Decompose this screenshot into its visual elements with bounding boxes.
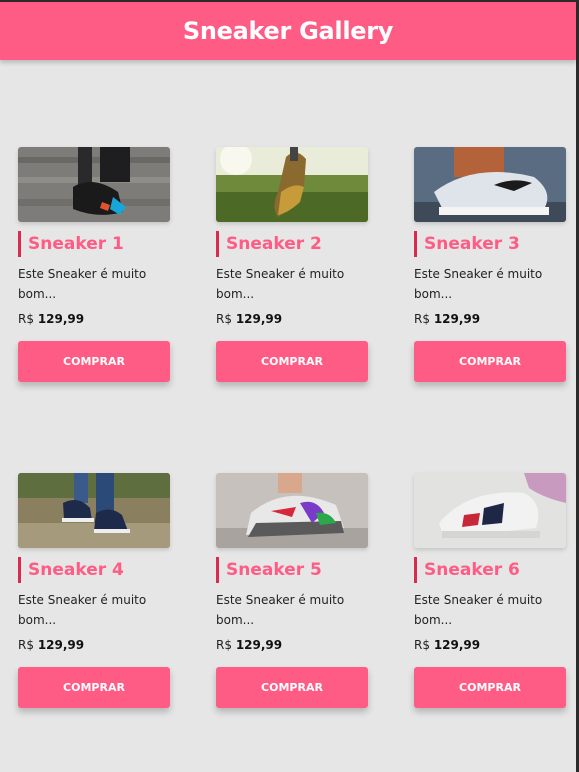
price-value: 129,99: [37, 312, 85, 326]
product-price: R$ 129,99: [18, 638, 170, 654]
product-price: R$ 129,99: [216, 638, 368, 654]
product-description: Este Sneaker é muito bom...: [216, 267, 345, 301]
buy-button[interactable]: COMPRAR: [216, 341, 368, 382]
product-card: Sneaker 1 Este Sneaker é muito bom... R$…: [18, 147, 170, 382]
product-card: Sneaker 2 Este Sneaker é muito bom... R$…: [216, 147, 368, 382]
product-price: R$ 129,99: [18, 312, 170, 328]
price-value: 129,99: [37, 638, 85, 652]
product-image: [414, 473, 566, 548]
currency-label: R$: [18, 312, 34, 326]
product-grid: Sneaker 1 Este Sneaker é muito bom... R$…: [18, 147, 566, 708]
buy-button[interactable]: COMPRAR: [414, 667, 566, 708]
buy-button[interactable]: COMPRAR: [18, 667, 170, 708]
product-card: Sneaker 5 Este Sneaker é muito bom... R$…: [216, 473, 368, 708]
buy-button[interactable]: COMPRAR: [216, 667, 368, 708]
currency-label: R$: [414, 312, 430, 326]
product-title: Sneaker 4: [18, 557, 170, 583]
currency-label: R$: [18, 638, 34, 652]
product-image: [18, 473, 170, 548]
product-title: Sneaker 6: [414, 557, 566, 583]
price-value: 129,99: [433, 312, 481, 326]
product-description: Este Sneaker é muito bom...: [18, 267, 147, 301]
product-title: Sneaker 2: [216, 231, 368, 257]
currency-label: R$: [216, 312, 232, 326]
product-description: Este Sneaker é muito bom...: [414, 267, 543, 301]
currency-label: R$: [414, 638, 430, 652]
product-image: [216, 147, 368, 222]
product-card: Sneaker 6 Este Sneaker é muito bom... R$…: [414, 473, 566, 708]
product-image: [414, 147, 566, 222]
product-image: [216, 473, 368, 548]
product-title: Sneaker 5: [216, 557, 368, 583]
product-image: [18, 147, 170, 222]
product-title: Sneaker 3: [414, 231, 566, 257]
buy-button[interactable]: COMPRAR: [414, 341, 566, 382]
price-value: 129,99: [433, 638, 481, 652]
page-title: Sneaker Gallery: [182, 17, 394, 45]
product-price: R$ 129,99: [216, 312, 368, 328]
buy-button[interactable]: COMPRAR: [18, 341, 170, 382]
product-description: Este Sneaker é muito bom...: [18, 593, 147, 627]
product-price: R$ 129,99: [414, 638, 566, 654]
page-header: Sneaker Gallery: [0, 2, 576, 60]
product-card: Sneaker 3 Este Sneaker é muito bom... R$…: [414, 147, 566, 382]
price-value: 129,99: [235, 312, 283, 326]
product-price: R$ 129,99: [414, 312, 566, 328]
product-title: Sneaker 1: [18, 231, 170, 257]
product-description: Este Sneaker é muito bom...: [216, 593, 345, 627]
product-card: Sneaker 4 Este Sneaker é muito bom... R$…: [18, 473, 170, 708]
currency-label: R$: [216, 638, 232, 652]
product-description: Este Sneaker é muito bom...: [414, 593, 543, 627]
price-value: 129,99: [235, 638, 283, 652]
